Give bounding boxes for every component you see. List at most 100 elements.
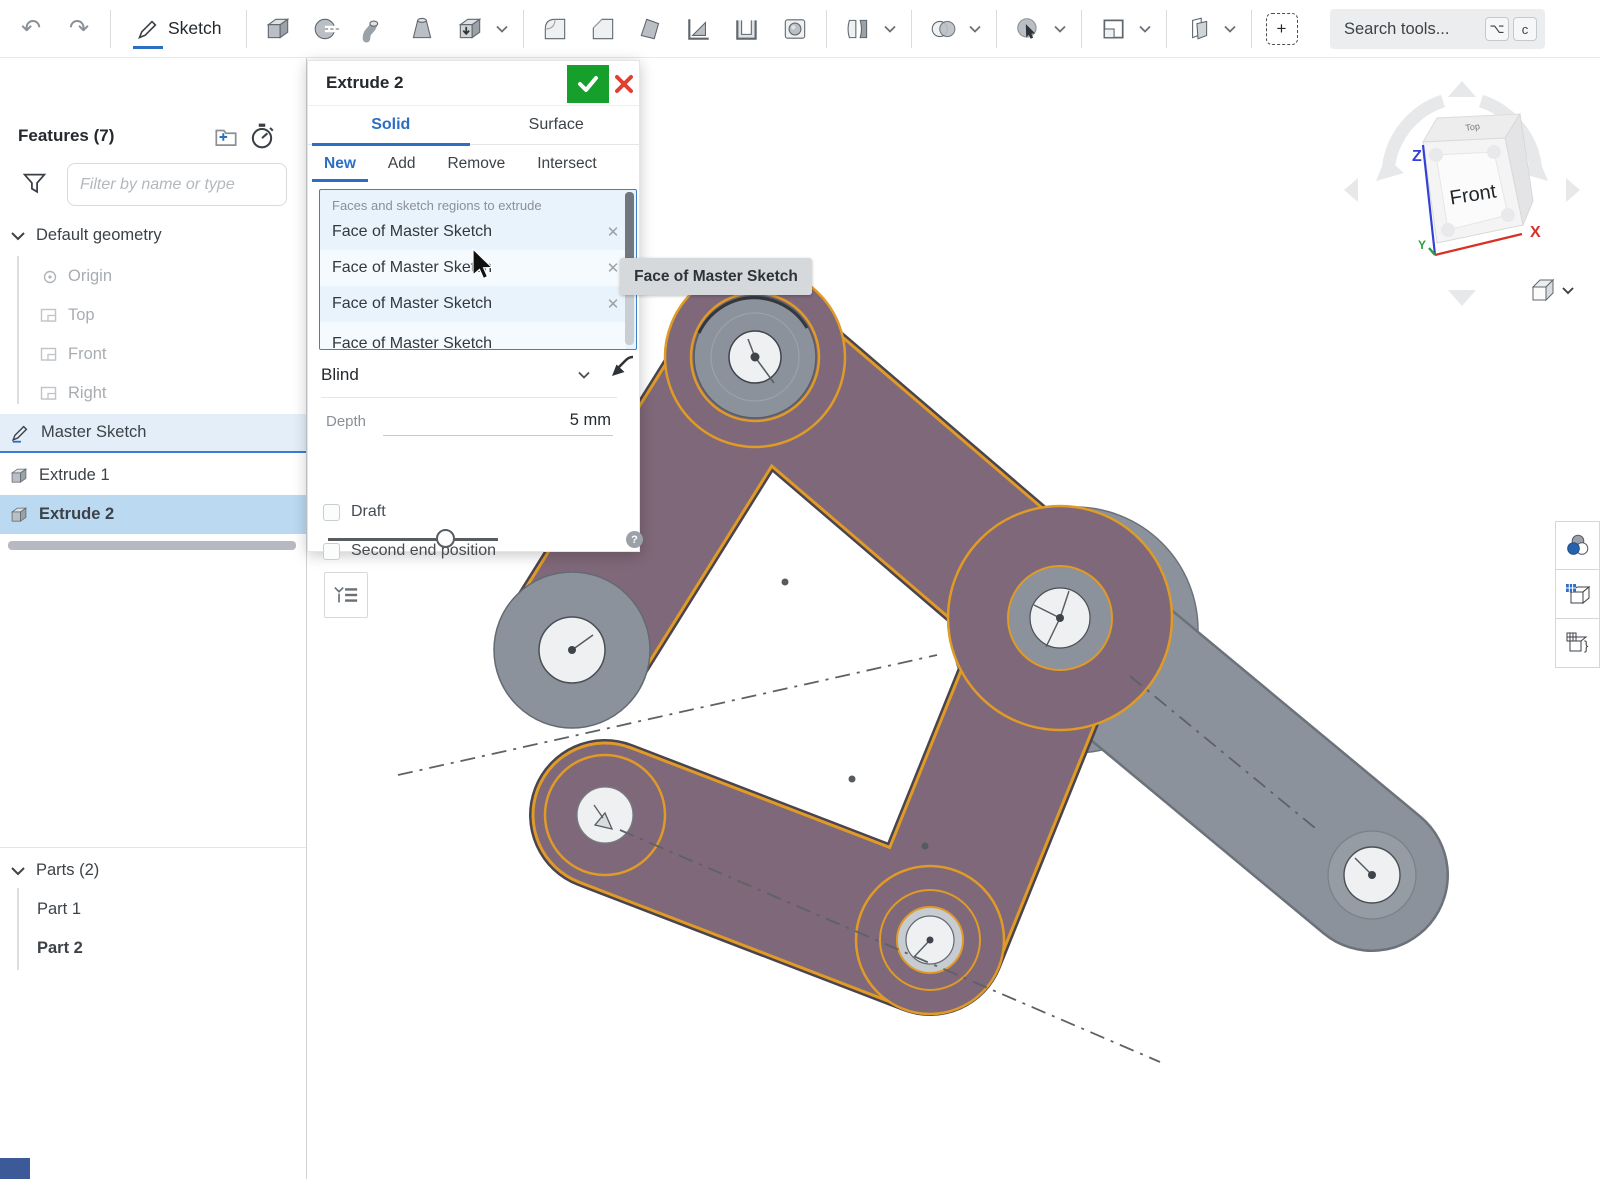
sketch-button[interactable]: Sketch bbox=[125, 7, 232, 51]
opacity-slider-track[interactable] bbox=[328, 538, 498, 541]
add-folder-icon[interactable] bbox=[212, 123, 240, 151]
toolbar-divider bbox=[110, 10, 111, 48]
remove-face-icon[interactable]: ✕ bbox=[600, 223, 626, 241]
parts-group[interactable]: Parts (2) bbox=[0, 851, 306, 890]
plane-dropdown-caret[interactable] bbox=[1138, 24, 1152, 34]
surface-dropdown-caret[interactable] bbox=[1223, 24, 1237, 34]
sketch-icon bbox=[9, 422, 31, 444]
face-row[interactable]: Face of Master Sketch ✕ bbox=[320, 214, 626, 250]
tree-item-front-plane[interactable]: Front bbox=[0, 335, 306, 374]
op-new[interactable]: New bbox=[308, 145, 372, 183]
features-panel: Features (7) Default geometry Origin Top… bbox=[0, 58, 307, 1179]
op-remove[interactable]: Remove bbox=[431, 145, 521, 183]
tree-label: Top bbox=[68, 306, 95, 325]
tree-item-top-plane[interactable]: Top bbox=[0, 296, 306, 335]
transform-tool-icon[interactable] bbox=[1011, 9, 1045, 49]
tree-item-extrude-2[interactable]: Extrude 2 bbox=[0, 495, 306, 534]
feature-filter-input[interactable] bbox=[68, 164, 286, 205]
list-scrollbar-thumb[interactable] bbox=[625, 192, 634, 264]
draft-tool-icon[interactable] bbox=[634, 9, 668, 49]
face-row[interactable]: Face of Master Sketch ✕ bbox=[320, 286, 626, 322]
face-row[interactable]: Face of Master Sketch bbox=[320, 322, 626, 349]
surface-tool-icon[interactable] bbox=[1181, 9, 1215, 49]
view-menu[interactable] bbox=[1533, 280, 1573, 300]
help-icon[interactable]: ? bbox=[626, 531, 643, 548]
flip-direction-icon[interactable] bbox=[609, 353, 637, 381]
toolbar-divider bbox=[826, 10, 827, 48]
shell-tool-icon[interactable] bbox=[730, 9, 764, 49]
tab-surface[interactable]: Surface bbox=[474, 106, 640, 144]
bottom-left-boss[interactable] bbox=[577, 787, 633, 843]
feature-list-toggle[interactable] bbox=[324, 572, 368, 618]
depth-label: Depth bbox=[326, 413, 366, 430]
draft-option[interactable]: Draft bbox=[323, 503, 386, 521]
tree-label: Master Sketch bbox=[41, 423, 146, 442]
configurations-panel-button[interactable] bbox=[1555, 570, 1600, 619]
thicken-dropdown-caret[interactable] bbox=[495, 24, 509, 34]
rollback-bar[interactable] bbox=[8, 541, 296, 550]
appearance-panel-button[interactable] bbox=[1555, 521, 1600, 570]
draft-label: Draft bbox=[351, 503, 386, 521]
boolean-tool-icon[interactable] bbox=[926, 9, 960, 49]
chamfer-tool-icon[interactable] bbox=[586, 9, 620, 49]
view-cube-widget[interactable]: Top Front Z X Y bbox=[1330, 75, 1590, 310]
parts-item-part2[interactable]: Part 2 bbox=[0, 929, 306, 968]
custom-feature-button[interactable]: + bbox=[1266, 13, 1298, 45]
face-row-label: Face of Master Sketch bbox=[320, 295, 600, 313]
faces-selection-list[interactable]: Faces and sketch regions to extrude Face… bbox=[319, 189, 637, 350]
confirm-button[interactable] bbox=[567, 65, 609, 103]
right-boss[interactable] bbox=[1008, 566, 1112, 670]
rib-tool-icon[interactable] bbox=[682, 9, 716, 49]
tree-label: Origin bbox=[68, 267, 112, 286]
thicken-tool-icon[interactable] bbox=[453, 9, 487, 49]
opacity-slider-thumb[interactable] bbox=[436, 529, 455, 548]
tree-item-master-sketch[interactable]: Master Sketch bbox=[0, 414, 306, 453]
loft-tool-icon[interactable] bbox=[405, 9, 439, 49]
face-row-label: Face of Master Sketch bbox=[320, 335, 626, 350]
view-cube[interactable]: Top Front bbox=[1423, 114, 1533, 243]
arm-end-boss[interactable] bbox=[1328, 831, 1416, 919]
redo-button[interactable]: ↷ bbox=[62, 9, 96, 49]
hole-tool-icon[interactable] bbox=[778, 9, 812, 49]
second-end-option[interactable]: Second end position bbox=[323, 542, 496, 560]
cancel-button[interactable] bbox=[613, 73, 635, 95]
second-end-checkbox[interactable] bbox=[323, 543, 340, 560]
tree-item-origin[interactable]: Origin bbox=[0, 257, 306, 296]
extrude-tool-icon[interactable] bbox=[261, 9, 295, 49]
transform-dropdown-caret[interactable] bbox=[1053, 24, 1067, 34]
op-add[interactable]: Add bbox=[372, 145, 432, 183]
rotate-right-arrow bbox=[1566, 178, 1580, 202]
search-tools[interactable]: Search tools... ⌥ c bbox=[1330, 9, 1545, 49]
sweep-tool-icon[interactable] bbox=[357, 9, 391, 49]
tree-item-extrude-1[interactable]: Extrude 1 bbox=[0, 456, 306, 495]
tree-item-right-plane[interactable]: Right bbox=[0, 374, 306, 413]
top-boss[interactable] bbox=[691, 293, 819, 421]
parts-group-label: Parts (2) bbox=[36, 861, 99, 880]
stopwatch-icon[interactable] bbox=[248, 122, 276, 150]
remove-face-icon[interactable]: ✕ bbox=[600, 295, 626, 313]
split-tool-icon[interactable] bbox=[841, 9, 875, 49]
split-dropdown-caret[interactable] bbox=[883, 24, 897, 34]
plane-tool-icon[interactable] bbox=[1096, 9, 1130, 49]
tab-solid[interactable]: Solid bbox=[308, 106, 474, 144]
tree-group-default-geometry[interactable]: Default geometry bbox=[0, 216, 306, 255]
fillet-tool-icon[interactable] bbox=[538, 9, 572, 49]
undo-button[interactable]: ↶ bbox=[14, 9, 48, 49]
view-cube-top-label[interactable]: Top bbox=[1465, 121, 1481, 133]
configured-properties-panel-button[interactable]: } bbox=[1555, 619, 1600, 668]
boolean-dropdown-caret[interactable] bbox=[968, 24, 982, 34]
face-row[interactable]: Face of Master Sketch ✕ bbox=[320, 250, 626, 286]
part-label: Part 1 bbox=[37, 900, 81, 919]
parts-item-part1[interactable]: Part 1 bbox=[0, 890, 306, 929]
view-menu-caret bbox=[1563, 288, 1573, 293]
bottom-bar-fragment[interactable] bbox=[0, 1158, 30, 1179]
end-condition-dropdown[interactable]: Blind bbox=[321, 353, 617, 398]
op-intersect[interactable]: Intersect bbox=[521, 145, 612, 183]
draft-checkbox[interactable] bbox=[323, 504, 340, 521]
revolve-tool-icon[interactable] bbox=[309, 9, 343, 49]
toolbar-divider bbox=[1251, 10, 1252, 48]
depth-value-input[interactable]: 5 mm bbox=[570, 411, 611, 430]
left-boss[interactable] bbox=[494, 572, 650, 728]
tree-label: Extrude 2 bbox=[39, 505, 114, 524]
filter-icon[interactable] bbox=[21, 170, 48, 197]
